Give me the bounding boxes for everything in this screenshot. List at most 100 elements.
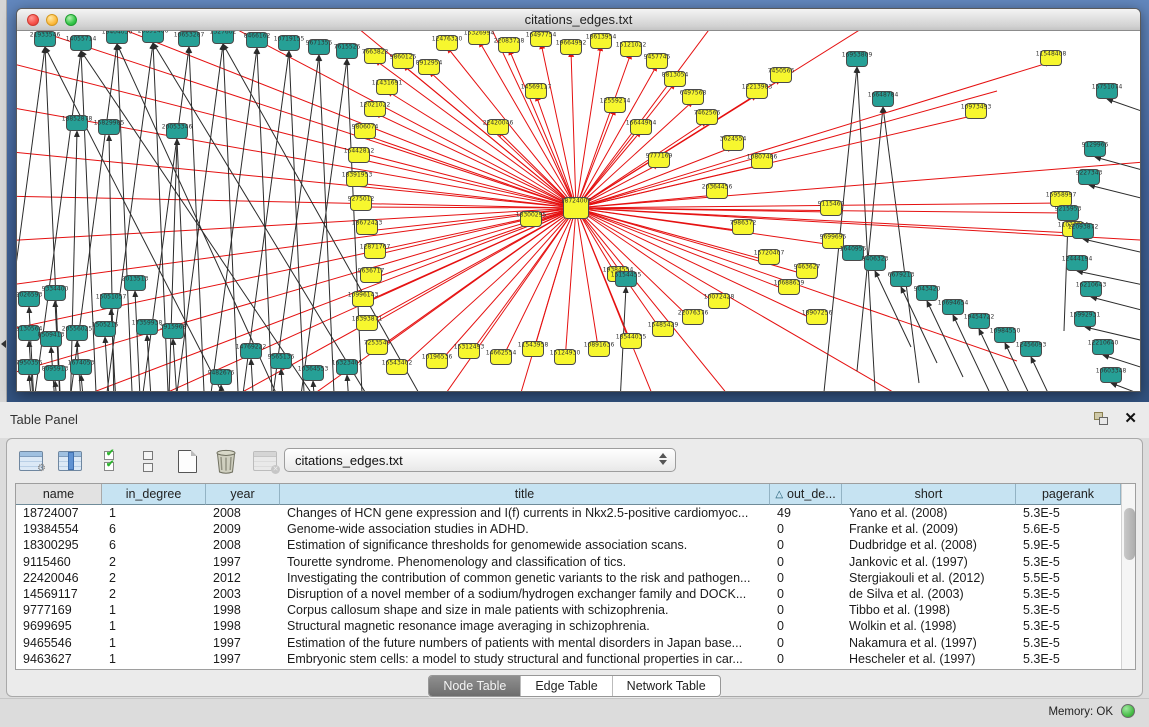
graph-node[interactable]: 18300295 [516, 212, 547, 227]
table-row[interactable]: 977716911998Corpus callosum shape and si… [16, 602, 1121, 618]
graph-node[interactable]: 9406323 [862, 256, 889, 271]
graph-node[interactable]: 12021022 [360, 102, 391, 117]
graph-node[interactable]: 8095913 [42, 366, 69, 381]
graph-node[interactable]: 18724007 [561, 198, 592, 219]
graph-node[interactable]: 10807486 [747, 154, 778, 169]
graph-node[interactable]: 9463627 [794, 264, 821, 279]
graph-node[interactable]: 12456093 [1016, 342, 1047, 357]
graph-node[interactable]: 7663822 [362, 49, 389, 64]
network-select-dropdown[interactable]: citations_edges.txt [284, 448, 676, 472]
graph-node[interactable]: 9043420 [914, 286, 941, 301]
close-window-icon[interactable] [27, 14, 39, 26]
collapse-arrow-icon[interactable] [1, 340, 6, 348]
graph-node[interactable]: 15312493 [454, 344, 485, 359]
graph-node[interactable]: 12871767 [360, 244, 391, 259]
graph-node[interactable]: 10072428 [704, 294, 735, 309]
graph-node[interactable]: 7950356 [17, 360, 43, 375]
graph-node[interactable]: 16953809 [842, 52, 873, 67]
graph-node[interactable]: 1674053 [68, 360, 95, 375]
float-panel-icon[interactable] [1094, 412, 1109, 426]
graph-node[interactable]: 9671355 [306, 40, 333, 55]
network-graph-canvas[interactable]: 1872400718300295193845547663822986012589… [17, 31, 1140, 392]
graph-node[interactable]: 9227343 [1076, 170, 1103, 185]
graph-node[interactable]: 9777169 [646, 153, 673, 168]
graph-node[interactable]: 16644904 [626, 120, 657, 135]
column-header-name[interactable]: name [16, 484, 102, 505]
graph-node[interactable]: 16497754 [526, 32, 557, 47]
graph-node[interactable]: 8912954 [416, 60, 443, 75]
graph-node[interactable]: 22076376 [678, 310, 709, 325]
tab-node-table[interactable]: Node Table [429, 676, 520, 696]
graph-node[interactable]: 15051057 [96, 294, 127, 309]
graph-node[interactable]: 3624554 [720, 136, 747, 151]
graph-node[interactable]: 21933546 [30, 32, 61, 47]
new-table-button[interactable] [173, 448, 201, 474]
graph-node[interactable]: 15124930 [550, 350, 581, 365]
graph-node[interactable]: 9129966 [1082, 142, 1109, 157]
network-view-window[interactable]: citations_edges.txt 18724007183002951938… [16, 8, 1141, 392]
graph-node[interactable]: 9457745 [644, 54, 671, 69]
graph-node[interactable]: 15485429 [648, 322, 679, 337]
graph-node[interactable]: 6497568 [680, 90, 707, 105]
table-row[interactable]: 969969511998Structural magnetic resonanc… [16, 618, 1121, 634]
graph-node[interactable]: 19454722 [964, 314, 995, 329]
graph-node[interactable]: 15992931 [1070, 312, 1101, 327]
graph-node[interactable]: 9482676 [208, 370, 235, 385]
tab-edge-table[interactable]: Edge Table [520, 676, 611, 696]
column-header-short[interactable]: short [842, 484, 1016, 505]
graph-node[interactable]: 15154455 [611, 272, 642, 287]
vertical-scrollbar[interactable] [1121, 484, 1135, 669]
close-panel-icon[interactable]: ✕ [1124, 409, 1137, 427]
table-row[interactable]: 946362711997Embryonic stem cells: a mode… [16, 651, 1121, 667]
graph-node[interactable]: 8466162 [244, 33, 271, 48]
table-row[interactable]: 1830029562008Estimation of significance … [16, 537, 1121, 553]
table-row[interactable]: 911546021997Tourette syndrome. Phenomeno… [16, 554, 1121, 570]
graph-node[interactable]: 10688639 [774, 280, 805, 295]
graph-node[interactable]: 9806074 [352, 124, 379, 139]
minimize-window-icon[interactable] [46, 14, 58, 26]
graph-node[interactable]: 15829985 [94, 120, 125, 135]
graph-node[interactable]: 18613954 [586, 34, 617, 49]
graph-node[interactable]: 18393871 [352, 316, 383, 331]
graph-node[interactable]: 20053346 [162, 124, 193, 139]
graph-node[interactable]: 10196536 [422, 354, 453, 369]
graph-node[interactable]: 7615526 [334, 44, 361, 59]
graph-node[interactable]: 10364553 [298, 366, 329, 381]
graph-node[interactable]: 12213983 [742, 84, 773, 99]
graph-node[interactable]: 9115460 [818, 201, 845, 216]
graph-node[interactable]: 18391953 [342, 172, 373, 187]
window-titlebar[interactable]: citations_edges.txt [17, 9, 1140, 31]
graph-node[interactable]: 20556025 [62, 326, 93, 341]
table-row[interactable]: 946554611997Estimation of the future num… [16, 635, 1121, 651]
graph-node[interactable]: 12210640 [1088, 340, 1119, 355]
graph-node[interactable]: 12444194 [1062, 256, 1093, 271]
graph-node[interactable]: 16323405 [332, 360, 363, 375]
graph-node[interactable]: 6679213 [888, 272, 915, 287]
column-header-in_degree[interactable]: in_degree [102, 484, 206, 505]
select-all-button[interactable] [95, 448, 123, 474]
table-row[interactable]: 1872400712008Changes of HCN gene express… [16, 505, 1121, 521]
table-row[interactable]: 1938455462009Genome-wide association stu… [16, 521, 1121, 537]
graph-node[interactable]: 2013513 [122, 276, 149, 291]
graph-node[interactable]: 10973493 [961, 104, 992, 119]
graph-node[interactable]: 9215953 [1055, 206, 1082, 221]
deselect-all-button[interactable] [134, 448, 162, 474]
graph-node[interactable]: 14569117 [521, 84, 552, 99]
tab-network-table[interactable]: Network Table [612, 676, 720, 696]
graph-node[interactable]: 8813054 [662, 72, 689, 87]
column-header-year[interactable]: year [206, 484, 280, 505]
graph-node[interactable]: 16210643 [1076, 282, 1107, 297]
graph-node[interactable]: 22083728 [494, 38, 525, 53]
show-columns-button[interactable] [56, 448, 84, 474]
graph-node[interactable]: 12476320 [432, 36, 463, 51]
table-row[interactable]: 2242004622012Investigating the contribut… [16, 570, 1121, 586]
graph-node[interactable]: 19404056 [102, 31, 133, 44]
graph-node[interactable]: 15326994 [464, 31, 495, 45]
graph-node[interactable]: 18852878 [62, 116, 93, 131]
graph-node[interactable]: 14055714 [66, 36, 97, 51]
graph-node[interactable]: 20364456 [702, 184, 733, 199]
graph-node[interactable]: 7450566 [768, 68, 795, 83]
graph-node[interactable]: 10603348 [1096, 368, 1127, 383]
graph-node[interactable]: 11543958 [518, 342, 549, 357]
graph-node[interactable]: 1527602 [210, 31, 237, 44]
